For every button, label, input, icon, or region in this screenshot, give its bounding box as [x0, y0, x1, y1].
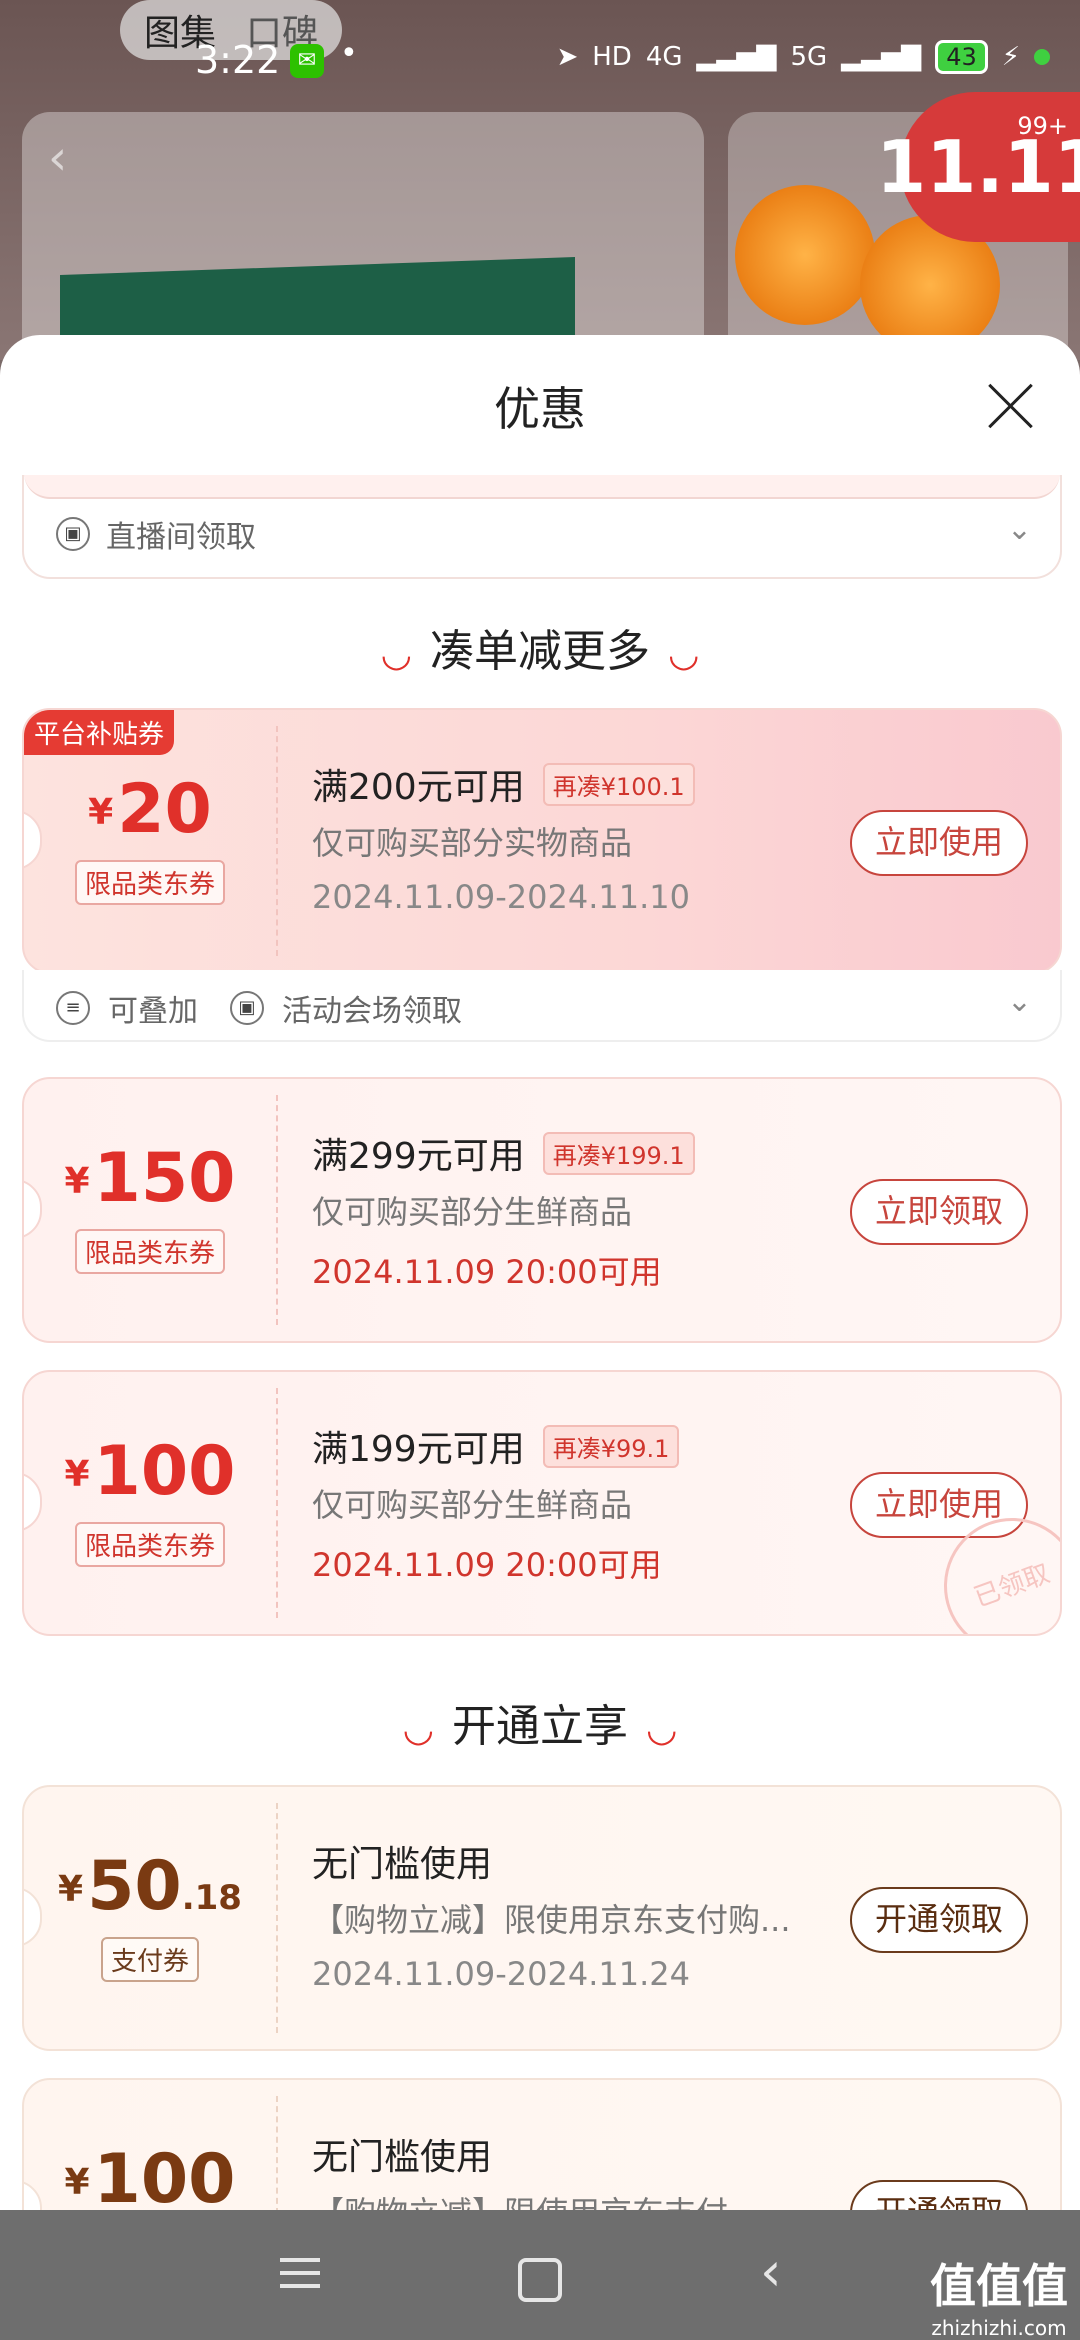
- chevron-down-icon[interactable]: ⌄: [1007, 984, 1032, 1019]
- coupon-gap-badge: 再凑¥100.1: [542, 763, 695, 806]
- coupon-threshold: 满200元可用 再凑¥100.1: [312, 758, 695, 810]
- smile-icon: ◡: [646, 1708, 678, 1750]
- chevron-down-icon[interactable]: ⌄: [1007, 512, 1032, 547]
- claim-now-button[interactable]: 立即领取: [850, 1179, 1028, 1245]
- coupon-threshold: 无门槛使用: [312, 1844, 493, 1885]
- section-title: 开通立享: [452, 1701, 628, 1752]
- coupon-validity: 2024.11.09 20:00可用: [312, 1546, 662, 1584]
- footer-label: 直播间领取: [106, 520, 256, 555]
- watermark-logo: 值值值 zhizhizhi.com: [930, 2259, 1068, 2340]
- section-header-more-discounts: ◡ 凑单减更多 ◡: [0, 615, 1080, 679]
- coupon-card[interactable]: ¥100 限品类东券 满199元可用 再凑¥99.1 仅可购买部分生鲜商品 202…: [22, 1370, 1062, 1636]
- location-icon: ➤: [556, 42, 579, 72]
- coupon-card-edge: [24, 475, 1060, 499]
- coupon-type: 限品类东券: [24, 1229, 276, 1274]
- status-right: ➤ HD 4G ▂▃▅▇ 5G ▂▃▅▇ 43 ⚡: [556, 40, 1050, 74]
- hd-label: HD: [592, 42, 632, 72]
- activate-claim-button[interactable]: 开通领取: [850, 2180, 1028, 2210]
- coupon-divider: [276, 1803, 278, 2033]
- coupon-threshold: 无门槛使用: [312, 2137, 493, 2178]
- coupon-description: 仅可购买部分生鲜商品: [312, 1193, 633, 1231]
- coupon-divider: [276, 726, 278, 956]
- sheet-title: 优惠: [494, 382, 586, 436]
- coupon-card[interactable]: 平台补贴券 ¥20 限品类东券 满200元可用 再凑¥100.1 仅可购买部分实物…: [22, 708, 1062, 974]
- footer-label: 活动会场领取: [282, 994, 462, 1029]
- coupon-card[interactable]: ¥150 限品类东券 满299元可用 再凑¥199.1 仅可购买部分生鲜商品 20…: [22, 1077, 1062, 1343]
- venue-icon: ▣: [230, 991, 264, 1025]
- signal-icon: ▂▃▅▇: [696, 42, 777, 72]
- coupon-list[interactable]: ▣ 直播间领取 ⌄ ◡ 凑单减更多 ◡ 平台补贴券 ¥20 限品类东券 满200元可…: [0, 475, 1080, 2210]
- status-time: 3:22: [195, 38, 281, 82]
- coupon-description: 【购物立减】限使用京东支付购...: [312, 1901, 791, 1939]
- back-icon[interactable]: ‹: [760, 2240, 782, 2303]
- battery-level: 43: [935, 40, 988, 74]
- coupon-gap-badge: 再凑¥99.1: [542, 1425, 680, 1468]
- use-now-button[interactable]: 立即使用: [850, 810, 1028, 876]
- coupon-type: 限品类东券: [24, 1522, 276, 1567]
- coupon-footer: ▣ 直播间领取: [56, 512, 256, 556]
- coupon-threshold: 满199元可用 再凑¥99.1: [312, 1420, 680, 1472]
- live-icon: ▣: [56, 517, 90, 551]
- home-icon[interactable]: [518, 2258, 562, 2302]
- section-header-activate: ◡ 开通立享 ◡: [0, 1690, 1080, 1754]
- coupon-description: 【购物立减】限使用京东支付: [312, 2188, 728, 2210]
- back-arrow-icon: ‹: [48, 130, 68, 186]
- coupon-threshold: 满299元可用 再凑¥199.1: [312, 1127, 695, 1179]
- activate-claim-button[interactable]: 开通领取: [850, 1887, 1028, 1953]
- notification-dot-icon: •: [340, 36, 358, 71]
- close-icon[interactable]: [985, 380, 1035, 430]
- coupon-amount: ¥100: [64, 1432, 236, 1511]
- section-title: 凑单减更多: [430, 626, 650, 677]
- coupon-description: 仅可购买部分生鲜商品: [312, 1486, 633, 1524]
- signal-icon: ▂▃▅▇: [841, 42, 922, 72]
- coupon-card-partial: ▣ 直播间领取 ⌄: [22, 475, 1062, 579]
- status-bar: 3:22 ✉ • ➤ HD 4G ▂▃▅▇ 5G ▂▃▅▇ 43 ⚡: [0, 30, 1080, 94]
- coupon-type: 限品类东券: [24, 860, 276, 905]
- coupon-divider: [276, 1095, 278, 1325]
- payment-coupon-card[interactable]: ¥100 无门槛使用 【购物立减】限使用京东支付 开通领取: [22, 2078, 1062, 2210]
- signal-4g-label: 4G: [645, 42, 683, 72]
- coupon-amount: ¥50.18: [58, 1847, 242, 1926]
- coupon-validity: 2024.11.09 20:00可用: [312, 1253, 662, 1291]
- coupon-amount: ¥20: [88, 770, 212, 849]
- coupon-footer: ≡ 可叠加 ▣ 活动会场领取 ⌄: [22, 970, 1062, 1042]
- coupon-divider: [276, 2096, 278, 2210]
- coupon-amount: ¥150: [64, 1139, 236, 1218]
- double-eleven-badge[interactable]: 11.11 99+: [876, 92, 1080, 242]
- orange-image: [735, 185, 875, 325]
- system-nav-bar: ‹: [0, 2210, 1080, 2340]
- charging-icon: ⚡: [1001, 42, 1020, 72]
- coupon-validity: 2024.11.09-2024.11.10: [312, 878, 690, 916]
- badge-count: 99+: [1017, 112, 1068, 140]
- signal-5g-label: 5G: [790, 42, 828, 72]
- stackable-icon: ≡: [56, 991, 90, 1025]
- wechat-icon: ✉: [290, 44, 324, 78]
- coupon-amount: ¥100: [64, 2140, 236, 2210]
- footer-label: 可叠加: [108, 994, 198, 1029]
- coupon-validity: 2024.11.09-2024.11.24: [312, 1955, 690, 1993]
- payment-coupon-card[interactable]: ¥50.18 支付券 无门槛使用 【购物立减】限使用京东支付购... 2024.…: [22, 1785, 1062, 2051]
- smile-icon: ◡: [668, 633, 700, 675]
- coupon-gap-badge: 再凑¥199.1: [542, 1132, 695, 1175]
- coupon-description: 仅可购买部分实物商品: [312, 824, 633, 862]
- menu-icon[interactable]: [280, 2258, 320, 2297]
- smile-icon: ◡: [380, 633, 412, 675]
- platform-subsidy-tag: 平台补贴券: [24, 710, 175, 755]
- smile-icon: ◡: [402, 1708, 434, 1750]
- discount-sheet: 优惠 ▣ 直播间领取 ⌄ ◡ 凑单减更多 ◡ 平台补贴券 ¥20 限品类东券 满20…: [0, 335, 1080, 2210]
- privacy-dot-icon: [1034, 49, 1050, 65]
- coupon-type: 支付券: [24, 1937, 276, 1982]
- coupon-divider: [276, 1388, 278, 1618]
